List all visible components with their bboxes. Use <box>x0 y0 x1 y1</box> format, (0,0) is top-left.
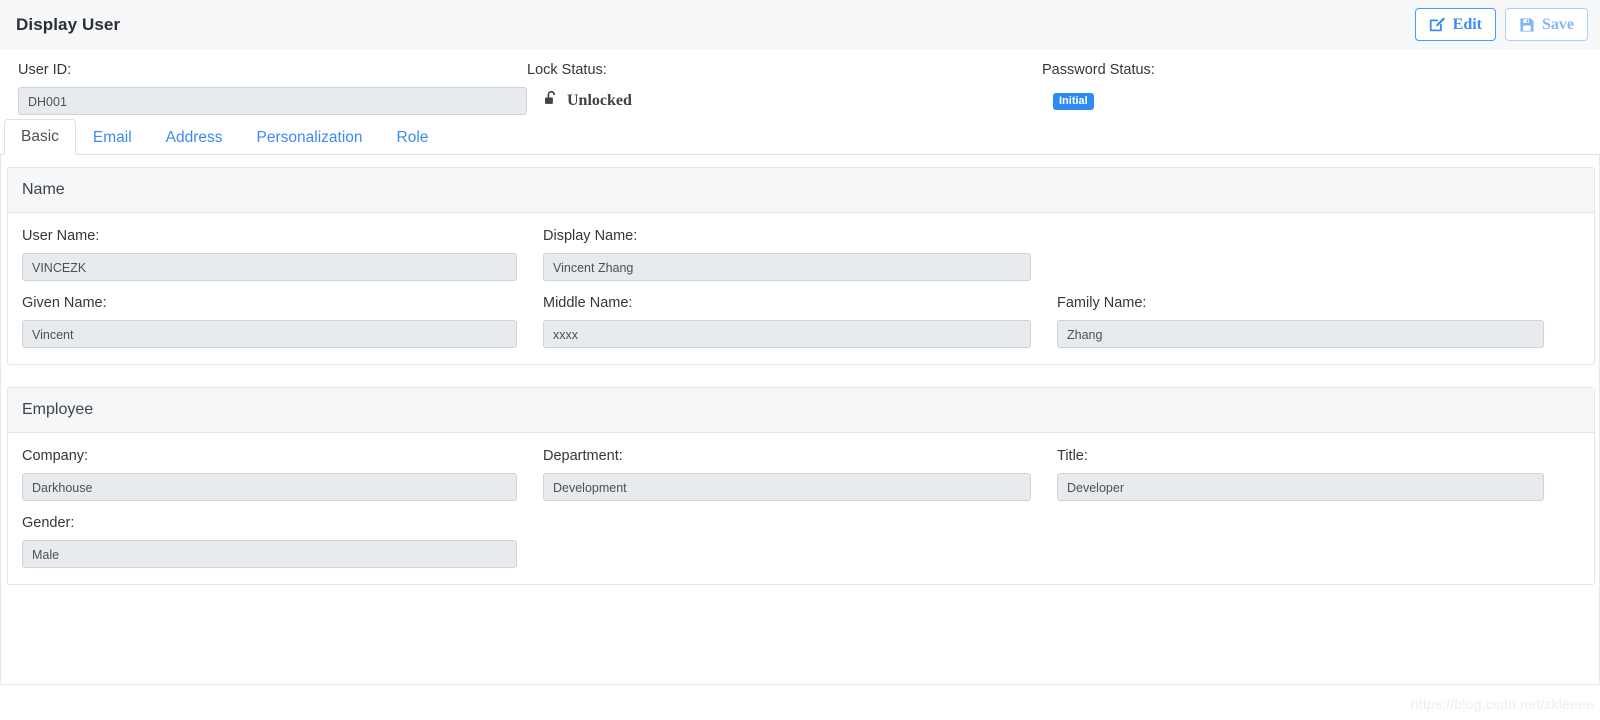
field-label: Given Name: <box>22 294 517 312</box>
page-title: Display User <box>16 15 120 35</box>
card-name-body: User Name: VINCEZK Display Name: Vincent… <box>8 213 1594 364</box>
field-middle-name: Middle Name: xxxx <box>529 294 1043 348</box>
save-button-label: Save <box>1542 16 1574 34</box>
edit-button[interactable]: Edit <box>1415 8 1496 41</box>
field-given-name: Given Name: Vincent <box>8 294 529 348</box>
tab-panel-basic: Name User Name: VINCEZK Display Name: Vi… <box>0 155 1600 685</box>
password-status-value: Initial <box>1042 87 1600 115</box>
department-input[interactable]: Development <box>543 473 1031 501</box>
card-employee: Employee Company: Darkhouse Department: … <box>7 387 1595 585</box>
card-employee-title: Employee <box>8 388 1594 433</box>
header-actions: Edit Save <box>1415 8 1588 41</box>
status-badge: Initial <box>1053 93 1094 110</box>
field-label: Family Name: <box>1057 294 1544 312</box>
lock-status-label: Lock Status: <box>527 61 1042 79</box>
password-status-group: Password Status: Initial <box>1042 61 1600 115</box>
form-row: Company: Darkhouse Department: Developme… <box>8 447 1594 501</box>
field-label: Department: <box>543 447 1031 465</box>
field-display-name: Display Name: Vincent Zhang <box>529 227 1043 281</box>
field-label: Middle Name: <box>543 294 1031 312</box>
tab-personalization[interactable]: Personalization <box>240 120 380 155</box>
display-user-page: Display User Edit <box>0 0 1600 720</box>
display-name-input[interactable]: Vincent Zhang <box>543 253 1031 281</box>
pen-to-square-icon <box>1429 16 1446 33</box>
unlock-icon <box>543 90 560 112</box>
lock-status-value: Unlocked <box>527 87 1042 115</box>
title-input[interactable]: Developer <box>1057 473 1544 501</box>
company-input[interactable]: Darkhouse <box>22 473 517 501</box>
field-label: Company: <box>22 447 517 465</box>
field-company: Company: Darkhouse <box>8 447 529 501</box>
user-id-group: User ID: DH001 <box>0 61 527 115</box>
tab-address[interactable]: Address <box>149 120 240 155</box>
field-empty <box>1043 227 1594 281</box>
page-header: Display User Edit <box>0 0 1600 49</box>
tab-bar: Basic Email Address Personalization Role <box>0 119 1600 155</box>
field-label: Title: <box>1057 447 1544 465</box>
field-label: Gender: <box>22 514 517 532</box>
field-label: User Name: <box>22 227 517 245</box>
field-gender: Gender: Male <box>8 514 529 568</box>
middle-name-input[interactable]: xxxx <box>543 320 1031 348</box>
tab-basic[interactable]: Basic <box>4 119 76 155</box>
gender-input[interactable]: Male <box>22 540 517 568</box>
form-row: Gender: Male <box>8 514 1594 568</box>
save-button[interactable]: Save <box>1505 8 1588 41</box>
field-title: Title: Developer <box>1043 447 1594 501</box>
user-id-input[interactable]: DH001 <box>18 87 527 115</box>
edit-button-label: Edit <box>1453 16 1482 34</box>
field-family-name: Family Name: Zhang <box>1043 294 1594 348</box>
field-label: Display Name: <box>543 227 1031 245</box>
field-user-name: User Name: VINCEZK <box>8 227 529 281</box>
tab-role[interactable]: Role <box>380 120 446 155</box>
card-name-title: Name <box>8 168 1594 213</box>
watermark: https://blog.csdn.net/zkleeee <box>1411 696 1594 712</box>
form-row: User Name: VINCEZK Display Name: Vincent… <box>8 227 1594 281</box>
field-empty <box>1043 514 1594 568</box>
floppy-disk-icon <box>1519 17 1535 33</box>
field-department: Department: Development <box>529 447 1043 501</box>
lock-status-text: Unlocked <box>567 92 632 110</box>
user-name-input[interactable]: VINCEZK <box>22 253 517 281</box>
lock-status-group: Lock Status: Unlocked <box>527 61 1042 115</box>
card-employee-body: Company: Darkhouse Department: Developme… <box>8 433 1594 584</box>
tab-email[interactable]: Email <box>76 120 149 155</box>
form-row: Given Name: Vincent Middle Name: xxxx Fa… <box>8 294 1594 348</box>
card-name: Name User Name: VINCEZK Display Name: Vi… <box>7 167 1595 365</box>
family-name-input[interactable]: Zhang <box>1057 320 1544 348</box>
field-empty <box>529 514 1043 568</box>
status-strip: User ID: DH001 Lock Status: Unlocked Pas… <box>0 49 1600 119</box>
user-id-label: User ID: <box>18 61 527 79</box>
given-name-input[interactable]: Vincent <box>22 320 517 348</box>
password-status-label: Password Status: <box>1042 61 1600 79</box>
